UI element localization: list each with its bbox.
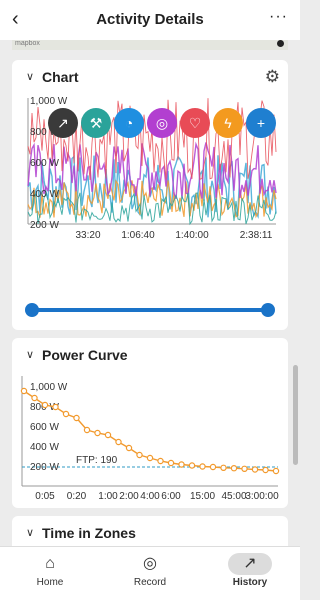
data-point [209,463,217,471]
power-curve-header[interactable]: ∨ Power Curve [12,338,288,374]
data-point [104,431,112,439]
data-point [167,459,175,467]
map-location-icon [277,40,284,47]
data-point [272,467,280,475]
page-title: Activity Details [96,11,204,28]
chevron-down-icon[interactable]: ∨ [26,526,34,539]
nav-home-label: Home [36,577,64,588]
record-icon: ◎ [143,555,157,572]
x-tick-label: 1:00 [98,491,118,502]
data-point [20,387,28,395]
data-point [220,464,227,472]
scrollbar[interactable] [293,365,298,465]
x-tick-label: 2:00 [119,491,139,502]
more-options-icon[interactable]: ··· [269,8,288,26]
x-tick-label: 3:00:00 [245,491,279,502]
y-tick-label: 400 W [30,189,59,200]
x-tick-label: 33:20 [75,230,100,241]
heart-icon[interactable]: ♡ [180,108,210,138]
y-tick-label: 1,000 W [30,96,68,107]
ftp-label: FTP: 190 [76,455,118,466]
gear-icon[interactable]: ⚙ [265,67,280,87]
map-attribution: mapbox [15,40,40,47]
data-point [52,403,59,411]
power-curve-card: ∨ Power Curve FTP: 1901,000 W800 W600 W4… [12,338,288,508]
y-tick-label: 200 W [30,220,59,231]
y-tick-label: 1,000 W [30,382,68,393]
x-tick-label: 0:05 [35,491,55,502]
y-tick-label: 600 W [30,422,59,433]
data-point [262,466,269,474]
slider-start-handle [25,303,39,317]
data-point [94,429,101,437]
data-point [31,394,38,402]
data-point [188,462,196,469]
data-point [157,457,164,465]
nav-history[interactable]: ↗ History [215,553,285,588]
power-icon[interactable]: ϟ [213,108,243,138]
top-bar: ‹ Activity Details ··· [0,0,300,40]
chart-card-header[interactable]: ∨ Chart ⚙ [12,60,288,96]
data-point [199,463,206,470]
data-point [73,414,80,422]
add-chart-icon[interactable]: + [246,108,276,138]
data-point [136,451,143,459]
data-point [83,426,91,434]
chart-card-title: Chart [42,69,79,85]
y-tick-label: 200 W [30,462,59,473]
range-slider[interactable] [12,296,288,326]
data-point [146,454,154,462]
data-point [251,466,259,473]
data-point [125,444,133,452]
data-point [115,438,122,446]
chevron-down-icon[interactable]: ∨ [26,70,34,83]
data-point [241,465,248,473]
time-in-zones-title: Time in Zones [42,525,136,541]
speed-icon[interactable]: ◔ [114,108,144,138]
bottom-nav: ⌂ Home ◎ Record ↗ History [0,546,300,600]
chart-card: ∨ Chart ⚙ 1,000 W 800 W 600 W 400 W 200 W 33:… [12,60,288,330]
x-tick-label: 4:00 [140,491,160,502]
data-point [41,401,49,409]
x-tick-label: 45:00 [221,491,246,502]
nav-history-label: History [232,577,268,588]
chevron-down-icon[interactable]: ∨ [26,348,34,361]
x-tick-label: 0:20 [67,491,87,502]
history-icon: ↗ [228,553,272,575]
route-map[interactable]: mapbox [12,40,288,50]
power-curve-chart[interactable]: FTP: 1901,000 W800 W600 W400 W200 W0:050… [12,372,288,506]
trend-icon[interactable]: ↗ [48,108,78,138]
x-tick-label: 15:00 [190,491,215,502]
y-tick-label: 600 W [30,158,59,169]
wrench-icon[interactable]: ⚒ [81,108,111,138]
x-tick-label: 6:00 [161,491,181,502]
x-tick-label: 1:06:40 [121,230,155,241]
home-icon: ⌂ [45,555,55,572]
cadence-icon[interactable]: ◎ [147,108,177,138]
data-point [178,461,185,468]
slider-end-handle [261,303,275,317]
nav-record-label: Record [133,577,167,588]
x-tick-label: 2:38:11 [240,230,273,241]
y-tick-label: 400 W [30,442,59,453]
nav-home[interactable]: ⌂ Home [15,553,85,588]
data-point [230,464,238,472]
data-point [62,410,70,418]
power-curve-title: Power Curve [42,347,128,363]
nav-record[interactable]: ◎ Record [115,553,185,588]
x-tick-label: 1:40:00 [175,230,209,241]
